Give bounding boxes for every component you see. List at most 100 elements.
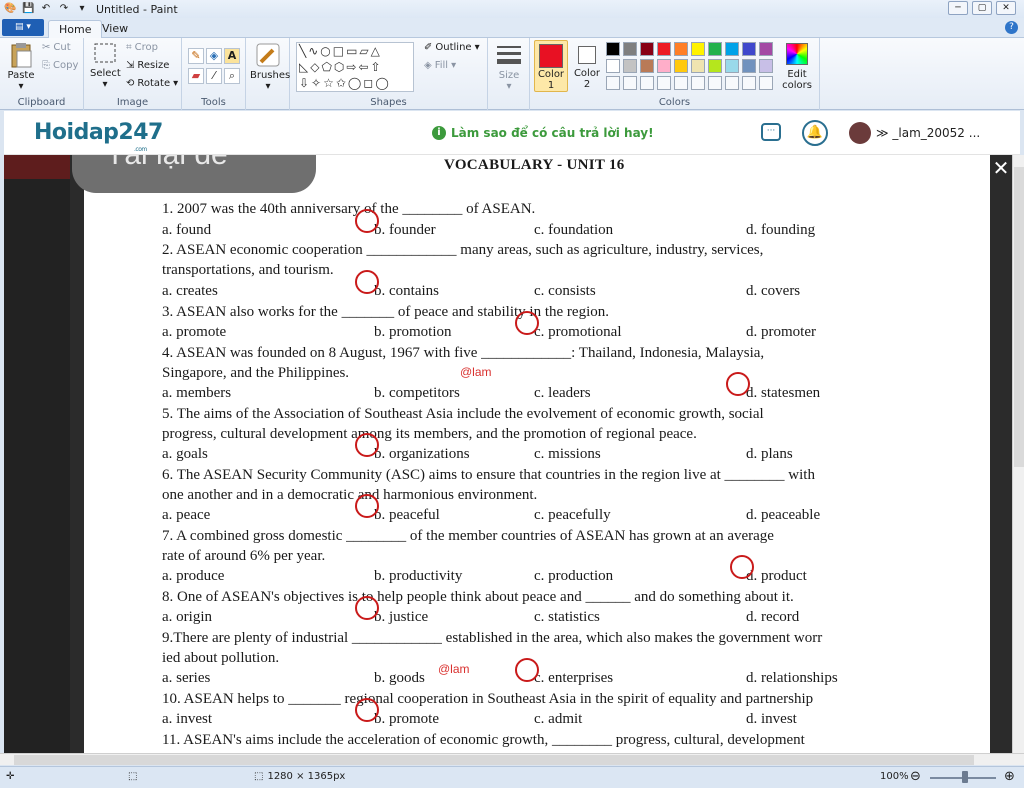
custom-color-slot[interactable]: [691, 76, 705, 90]
outline-button[interactable]: ✐ Outline ▾: [424, 42, 480, 53]
question-text: Singapore, and the Philippines.: [162, 365, 350, 381]
palette-swatch[interactable]: [708, 59, 722, 73]
select-button[interactable]: Select ▾: [90, 42, 121, 90]
clipboard-group-label: Clipboard: [17, 97, 66, 108]
palette-swatch[interactable]: [606, 42, 620, 56]
answer-option: b. goods: [374, 670, 425, 686]
palette-swatch[interactable]: [691, 59, 705, 73]
palette-swatch[interactable]: [640, 42, 654, 56]
shapes-gallery[interactable]: ╲∿○□▭▱△ ◺◇⬠⬡⇨⇦⇧ ⇩✧☆✩◯◻◯: [296, 42, 414, 92]
custom-color-slot[interactable]: [708, 76, 722, 90]
answer-option: a. invest: [162, 711, 212, 727]
undo-icon[interactable]: ↶: [40, 3, 52, 15]
palette-swatch[interactable]: [725, 59, 739, 73]
palette-swatch[interactable]: [742, 42, 756, 56]
palette-swatch[interactable]: [640, 59, 654, 73]
color-picker-icon[interactable]: ⁄: [206, 68, 222, 84]
palette-swatch[interactable]: [742, 59, 756, 73]
magnifier-icon[interactable]: ⌕: [224, 68, 240, 84]
palette-swatch[interactable]: [623, 59, 637, 73]
canvas-area[interactable]: Tải lại đề VOCABULARY - UNIT 16 1. 2007 …: [4, 155, 1016, 753]
copy-button[interactable]: ⎘ Copy: [42, 60, 78, 71]
retake-overlay-button[interactable]: Tải lại đề: [72, 155, 316, 193]
color2-swatch: [578, 46, 596, 64]
palette-swatch[interactable]: [759, 59, 773, 73]
palette-swatch[interactable]: [606, 59, 620, 73]
answer-option: c. promotional: [534, 324, 622, 340]
outline-icon: ✐: [424, 42, 433, 53]
site-logo[interactable]: Hoidap247 .com: [34, 120, 163, 153]
cut-button[interactable]: ✂ Cut: [42, 42, 71, 53]
question-text: 5. The aims of the Association of Southe…: [162, 406, 764, 422]
select-icon: [94, 43, 116, 63]
question-text: 6. The ASEAN Security Community (ASC) ai…: [162, 467, 815, 483]
answer-option: d. plans: [746, 446, 793, 462]
answer-circle-mark: [355, 698, 379, 722]
pencil-icon[interactable]: ✎: [188, 48, 204, 64]
redo-icon[interactable]: ↷: [58, 3, 70, 15]
horizontal-scrollbar[interactable]: [0, 753, 1024, 765]
answer-tip-link[interactable]: i Làm sao để có câu trả lời hay!: [432, 126, 654, 140]
paste-button[interactable]: Paste ▾: [6, 42, 36, 92]
worksheet-title: VOCABULARY - UNIT 16: [444, 157, 625, 173]
bell-icon[interactable]: 🔔: [802, 120, 828, 146]
file-menu-button[interactable]: ▤ ▾: [2, 19, 44, 36]
custom-color-slot[interactable]: [657, 76, 671, 90]
custom-color-slot[interactable]: [640, 76, 654, 90]
maximize-button[interactable]: ▢: [972, 1, 992, 15]
help-icon[interactable]: ?: [1005, 21, 1018, 34]
rotate-button[interactable]: ⟲ Rotate ▾: [126, 78, 178, 89]
custom-color-slot[interactable]: [623, 76, 637, 90]
chat-icon[interactable]: ···: [761, 123, 781, 141]
crop-button[interactable]: ⌗ Crop: [126, 42, 158, 53]
line-width-icon: [497, 46, 521, 64]
palette-swatch[interactable]: [674, 42, 688, 56]
zoom-out-button[interactable]: ⊖: [910, 769, 921, 784]
answer-option: a. produce: [162, 568, 225, 584]
palette-swatch[interactable]: [623, 42, 637, 56]
fill-bucket-icon[interactable]: ◈: [206, 48, 222, 64]
palette-swatch[interactable]: [657, 42, 671, 56]
color2-button[interactable]: Color 2: [570, 40, 604, 92]
palette-swatch[interactable]: [657, 59, 671, 73]
vertical-scrollbar[interactable]: [1012, 155, 1024, 753]
close-button[interactable]: ✕: [996, 1, 1016, 15]
customize-qat-icon[interactable]: ▾: [76, 3, 88, 15]
custom-color-slot[interactable]: [606, 76, 620, 90]
custom-color-slot[interactable]: [742, 76, 756, 90]
ribbon-tabs: ▤ ▾ Home View ?: [0, 18, 1024, 38]
brushes-group: Brushes ▾: [246, 38, 290, 110]
close-overlay-icon[interactable]: ✕: [990, 157, 1012, 179]
site-header: Hoidap247 .com i Làm sao để có câu trả lời…: [4, 111, 1020, 155]
answer-option: a. found: [162, 222, 212, 238]
user-menu[interactable]: ≫ _lam_20052 ...: [876, 126, 980, 140]
fill-button[interactable]: ◈ Fill ▾: [424, 60, 456, 71]
edit-colors-button[interactable]: Edit colors: [778, 40, 816, 91]
answer-option: d. statesmen: [746, 385, 821, 401]
avatar[interactable]: [849, 122, 871, 144]
text-tool-icon[interactable]: A: [224, 48, 240, 64]
palette-swatch[interactable]: [708, 42, 722, 56]
save-icon[interactable]: 💾: [22, 3, 34, 15]
custom-color-slot[interactable]: [759, 76, 773, 90]
minimize-button[interactable]: ─: [948, 1, 968, 15]
eraser-icon[interactable]: ▰: [188, 68, 204, 84]
resize-button[interactable]: ⇲ Resize: [126, 60, 169, 71]
ribbon: Paste ▾ ✂ Cut ⎘ Copy Clipboard Select ▾ ⌗ Cro…: [0, 38, 1024, 110]
brushes-button[interactable]: Brushes ▾: [250, 42, 290, 92]
custom-color-slot[interactable]: [674, 76, 688, 90]
zoom-slider-thumb[interactable]: [962, 771, 968, 783]
size-button[interactable]: Size ▾: [492, 42, 526, 92]
custom-color-slot[interactable]: [725, 76, 739, 90]
zoom-in-button[interactable]: ⊕: [1004, 769, 1015, 784]
palette-swatch[interactable]: [691, 42, 705, 56]
answer-option: c. production: [534, 568, 614, 584]
scissors-icon: ✂: [42, 42, 51, 53]
color1-button[interactable]: Color 1: [534, 40, 568, 92]
palette-swatch[interactable]: [725, 42, 739, 56]
question-text: 4. ASEAN was founded on 8 August, 1967 w…: [162, 345, 765, 361]
palette-swatch[interactable]: [674, 59, 688, 73]
tab-view[interactable]: View: [92, 20, 138, 38]
question-text: 1. 2007 was the 40th anniversary of the …: [162, 201, 536, 217]
palette-swatch[interactable]: [759, 42, 773, 56]
